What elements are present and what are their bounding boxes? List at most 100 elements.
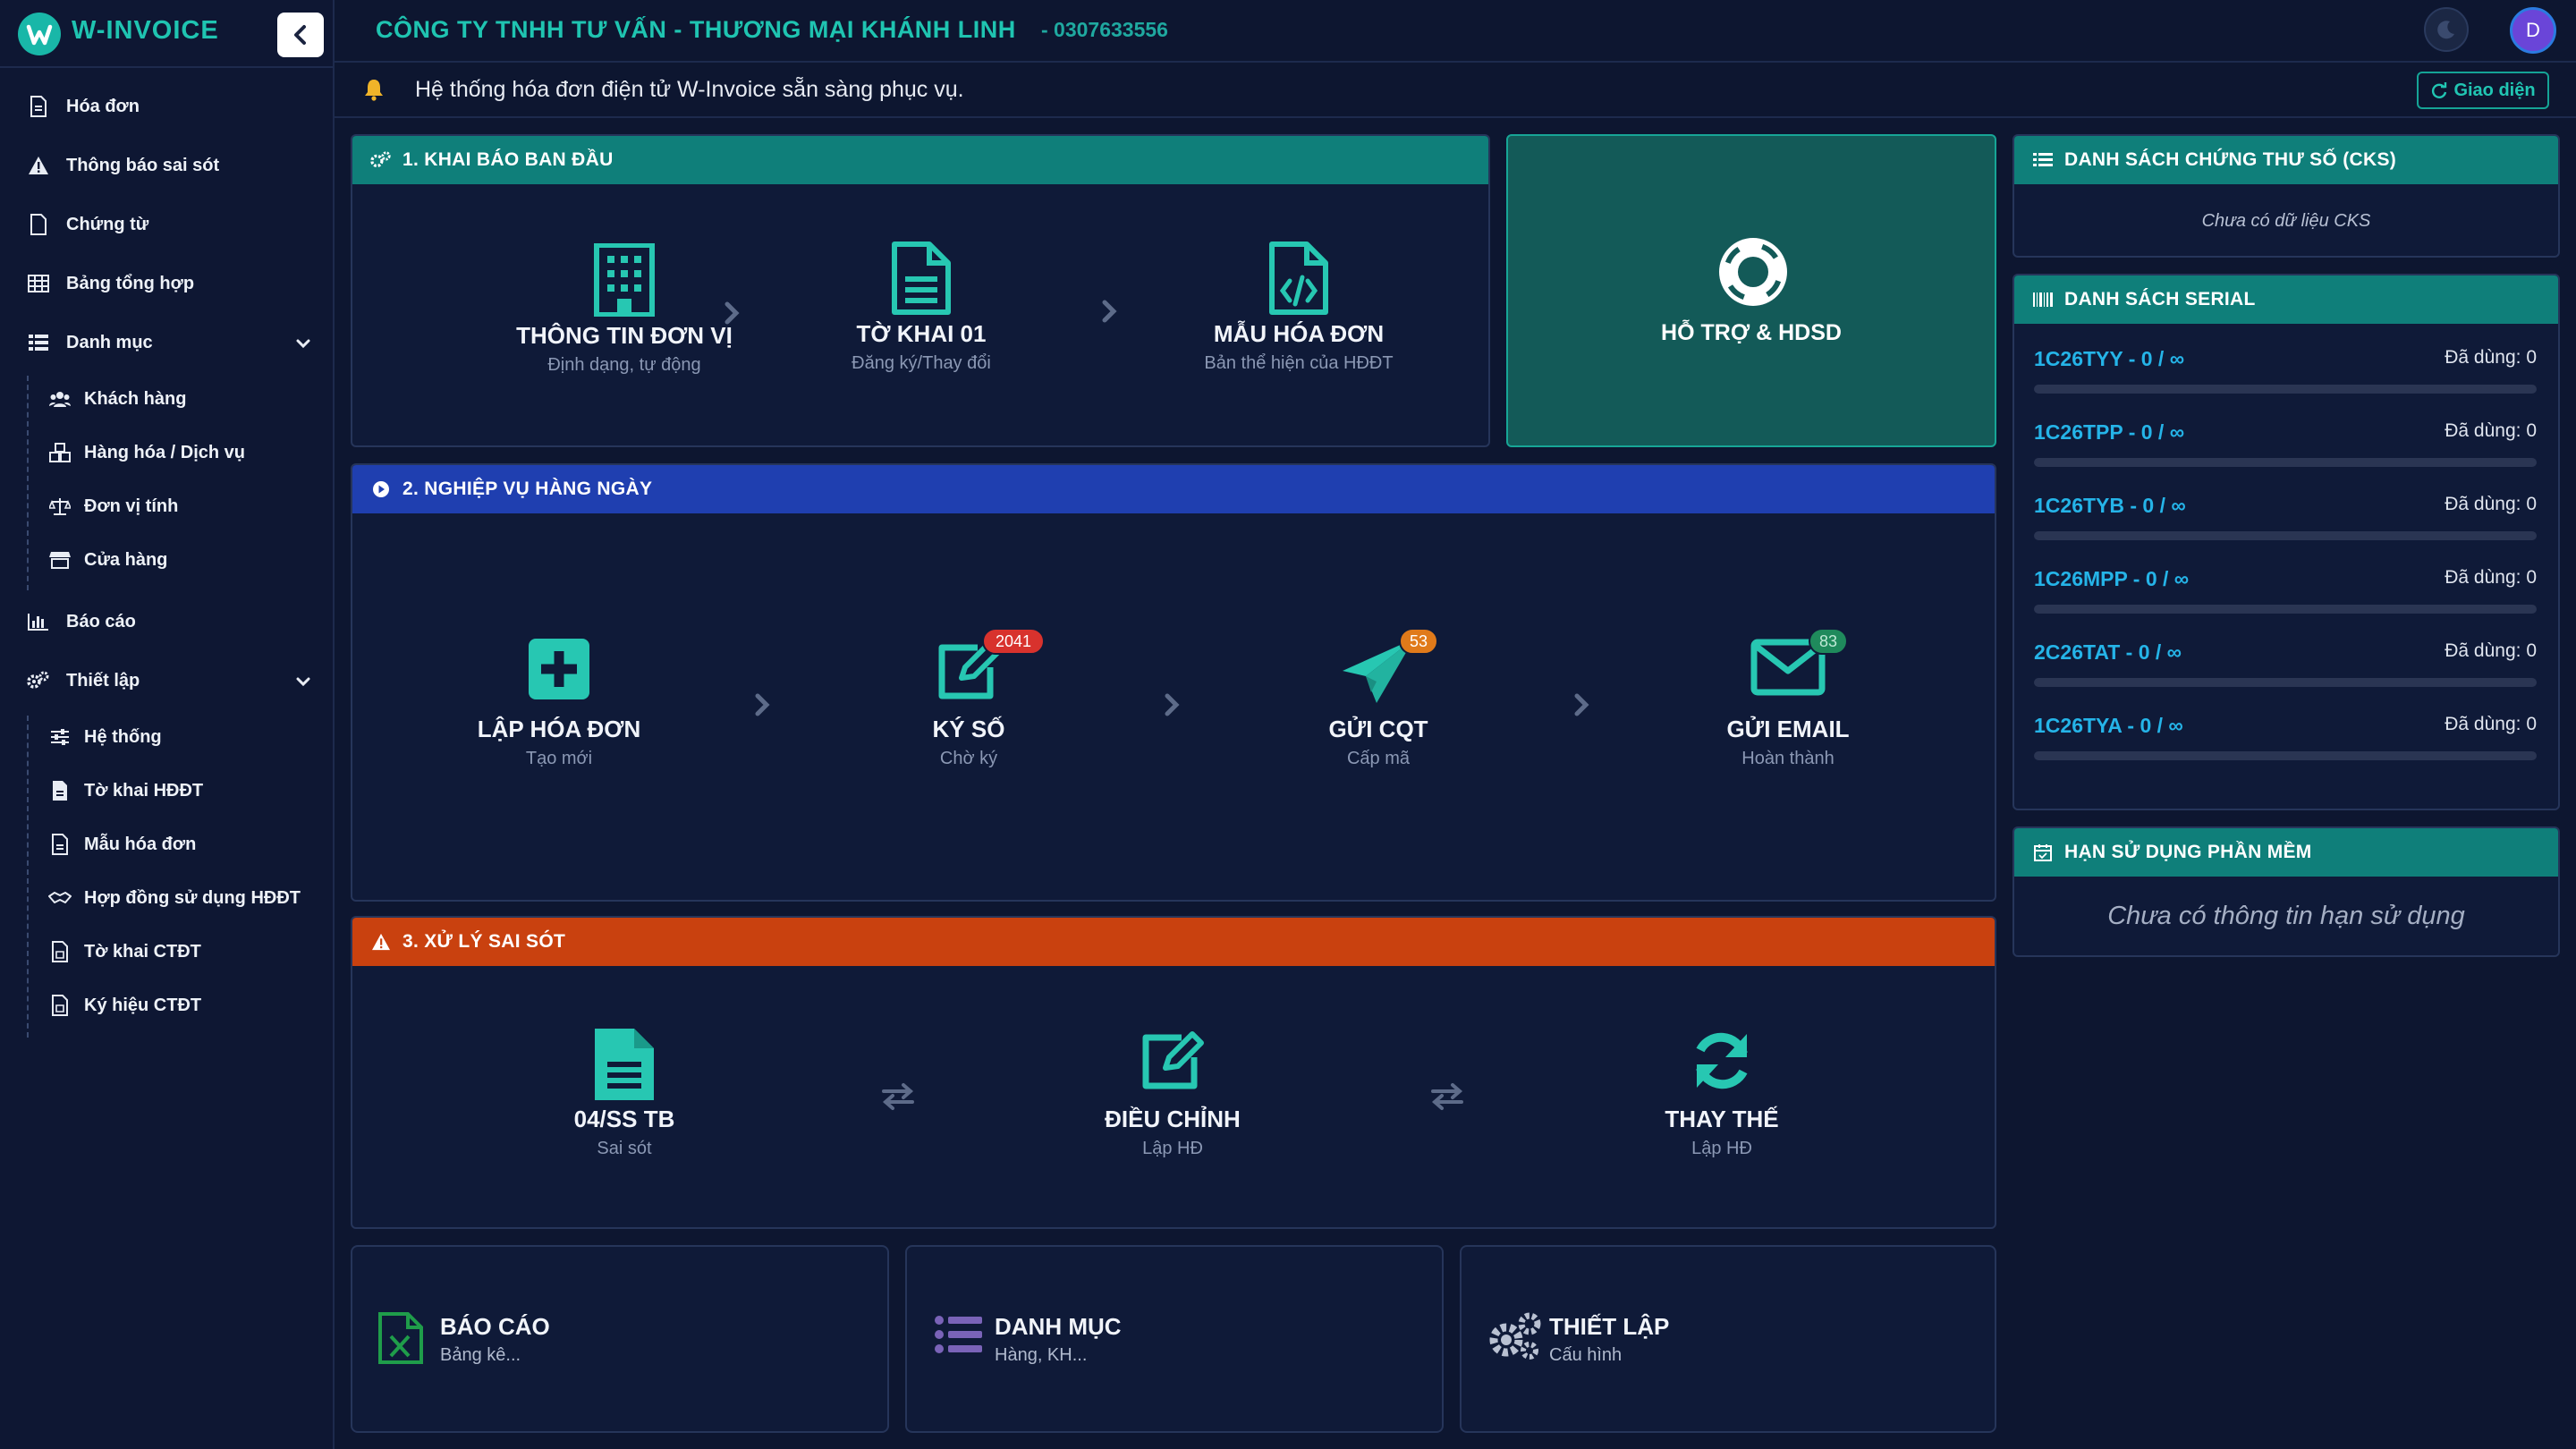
serial-row[interactable]: 1C26TPP - 0 / ∞ Đã dùng: 0 [2034, 420, 2537, 492]
section-3-header: 3. XỬ LÝ SAI SÓT [352, 918, 1995, 966]
sidebar-item-cua-hang[interactable]: Cửa hàng [48, 542, 167, 578]
serial-progress-bar [2034, 751, 2537, 760]
sidebar-item-chung-tu[interactable]: Chứng từ [27, 207, 148, 242]
scale-icon [48, 495, 72, 518]
sidebar-item-hoa-don[interactable]: Hóa đơn [27, 89, 140, 124]
card-title: BÁO CÁO [440, 1313, 550, 1340]
sidebar-item-he-thong[interactable]: Hệ thống [48, 719, 162, 755]
section-1-header: 1. KHAI BÁO BAN ĐẦU [352, 136, 1488, 184]
step-dieu-chinh[interactable]: ĐIỀU CHỈNH Lập HĐ [1038, 1027, 1307, 1159]
serial-code: 1C26MPP - 0 / ∞ [2034, 567, 2190, 590]
sidebar-item-khach-hang[interactable]: Khách hàng [48, 381, 186, 417]
step-title: KÝ SỐ [932, 716, 1005, 742]
file-code-icon [48, 940, 72, 963]
gears-icon [1487, 1311, 1544, 1368]
sidebar-item-thiet-lap[interactable]: Thiết lập [27, 663, 140, 699]
serial-code: 2C26TAT - 0 / ∞ [2034, 640, 2182, 664]
sidebar-item-don-vi-tinh[interactable]: Đơn vị tính [48, 488, 178, 524]
step-thay-the[interactable]: THAY THẾ Lập HĐ [1588, 1027, 1856, 1159]
sidebar-item-label: Hệ thống [84, 726, 162, 747]
serial-progress-bar [2034, 385, 2537, 394]
card-title: DANH MỤC [995, 1313, 1122, 1340]
sidebar-item-mau-hoa-don[interactable]: Mẫu hóa đơn [48, 826, 196, 862]
step-gui-cqt[interactable]: GỬI CQT Cấp mã [1244, 637, 1513, 769]
interface-button[interactable]: Giao diện [2417, 72, 2549, 109]
sidebar: W-INVOICE Hóa đơn Thông báo sai sót Chứn… [0, 0, 335, 1449]
submenu-guide [27, 716, 29, 1038]
serial-code: 1C26TYA - 0 / ∞ [2034, 714, 2183, 737]
chevron-down-icon[interactable] [293, 334, 313, 353]
cks-empty-text: Chưa có dữ liệu CKS [2201, 211, 2371, 231]
sidebar-item-label: Mẫu hóa đơn [84, 834, 197, 854]
sliders-icon [48, 725, 72, 749]
step-gui-email[interactable]: GỬI EMAIL Hoàn thành [1654, 637, 1922, 769]
sidebar-item-ky-hieu-ctdt[interactable]: Ký hiệu CTĐT [48, 987, 201, 1023]
theme-toggle-button[interactable] [2424, 7, 2469, 52]
sidebar-item-to-khai-hddt[interactable]: Tờ khai HĐĐT [48, 773, 203, 809]
step-title: 04/SS TB [573, 1106, 675, 1132]
card-subtitle: Bảng kê... [440, 1345, 521, 1365]
step-subtitle: Cấp mã [1346, 749, 1411, 768]
gears-icon [370, 149, 392, 171]
brand: W-INVOICE [0, 0, 333, 68]
support-card[interactable]: HỖ TRỢ & HDSD [1506, 134, 1996, 447]
step-mau-hoa-don[interactable]: MẪU HÓA ĐƠN Bản thể hiện của HĐĐT [1111, 242, 1487, 374]
serial-row[interactable]: 1C26TYA - 0 / ∞ Đã dùng: 0 [2034, 714, 2537, 785]
sidebar-item-label: Đơn vị tính [84, 496, 179, 516]
step-title: ĐIỀU CHỈNH [1105, 1106, 1241, 1132]
notice-bar: Hệ thống hóa đơn điện tử W-Invoice sẵn s… [335, 63, 2576, 118]
sidebar-item-label: Tờ khai CTĐT [84, 941, 201, 962]
sidebar-item-label: Ký hiệu CTĐT [84, 995, 202, 1015]
chevron-down-icon[interactable] [293, 672, 313, 691]
avatar[interactable]: D [2510, 7, 2556, 54]
card-danh-muc[interactable]: DANH MỤC Hàng, KH... [905, 1245, 1444, 1433]
collapse-sidebar-button[interactable] [277, 13, 324, 57]
sidebar-item-danh-muc[interactable]: Danh mục [27, 325, 153, 360]
step-to-khai-01[interactable]: TỜ KHAI 01 Đăng ký/Thay đổi [733, 242, 1109, 374]
sidebar-item-bang-tong-hop[interactable]: Bảng tổng hợp [27, 266, 194, 301]
serial-code: 1C26TYY - 0 / ∞ [2034, 347, 2185, 370]
serial-row[interactable]: 2C26TAT - 0 / ∞ Đã dùng: 0 [2034, 640, 2537, 712]
sidebar-item-bao-cao[interactable]: Báo cáo [27, 604, 136, 640]
card-bao-cao[interactable]: BÁO CÁO Bảng kê... [351, 1245, 889, 1433]
card-thiet-lap[interactable]: THIẾT LẬP Cấu hình [1460, 1245, 1996, 1433]
serial-panel: DANH SÁCH SERIAL 1C26TYY - 0 / ∞ Đã dùng… [2012, 274, 2560, 810]
sidebar-item-label: Báo cáo [66, 611, 136, 631]
edit-icon [1038, 1027, 1307, 1106]
sidebar-item-hang-hoa[interactable]: Hàng hóa / Dịch vụ [48, 435, 245, 470]
serial-code: 1C26TPP - 0 / ∞ [2034, 420, 2185, 444]
exchange-icon [880, 1082, 916, 1111]
step-ky-so[interactable]: KÝ SỐ Chờ ký [835, 637, 1103, 769]
sidebar-item-to-khai-ctdt[interactable]: Tờ khai CTĐT [48, 934, 201, 970]
plus-square-icon [425, 637, 693, 716]
paper-plane-icon [1244, 637, 1513, 716]
license-header: HẠN SỬ DỤNG PHẦN MỀM [2014, 828, 2558, 877]
sidebar-item-label: Danh mục [66, 332, 153, 352]
sidebar-item-hop-dong[interactable]: Hợp đồng sử dụng HĐĐT [48, 880, 301, 916]
sidebar-item-label: Khách hàng [84, 388, 187, 409]
panel-title: HẠN SỬ DỤNG PHẦN MỀM [2064, 842, 2312, 862]
edit-icon [835, 637, 1103, 716]
step-title: TỜ KHAI 01 [856, 320, 987, 347]
pending-sign-badge: 2041 [982, 628, 1045, 655]
step-subtitle: Tạo mới [525, 749, 593, 768]
serial-row[interactable]: 1C26TYB - 0 / ∞ Đã dùng: 0 [2034, 494, 2537, 565]
interface-button-label: Giao diện [2453, 80, 2536, 100]
serial-row[interactable]: 1C26TYY - 0 / ∞ Đã dùng: 0 [2034, 347, 2537, 419]
step-04-ss-tb[interactable]: 04/SS TB Sai sót [490, 1027, 758, 1159]
document-icon [27, 213, 50, 236]
step-subtitle: Chờ ký [939, 749, 998, 768]
step-lap-hoa-don[interactable]: LẬP HÓA ĐƠN Tạo mới [425, 637, 693, 769]
serial-used: Đã dùng: 0 [2445, 714, 2537, 734]
serial-row[interactable]: 1C26MPP - 0 / ∞ Đã dùng: 0 [2034, 567, 2537, 639]
cks-panel: DANH SÁCH CHỨNG THƯ SỐ (CKS) Chưa có dữ … [2012, 134, 2560, 258]
top-header: CÔNG TY TNHH TƯ VẤN - THƯƠNG MẠI KHÁNH L… [335, 0, 2576, 63]
sidebar-item-thong-bao-sai-sot[interactable]: Thông báo sai sót [27, 148, 219, 183]
company-phone: - 0307633556 [1041, 18, 1168, 41]
handshake-icon [48, 886, 72, 910]
email-sent-badge: 83 [1809, 628, 1848, 655]
step-title: GỬI EMAIL [1726, 716, 1850, 742]
step-subtitle: Bản thể hiện của HĐĐT [1204, 353, 1394, 373]
step-subtitle: Đăng ký/Thay đổi [852, 353, 991, 373]
file-text-icon [490, 1027, 758, 1106]
